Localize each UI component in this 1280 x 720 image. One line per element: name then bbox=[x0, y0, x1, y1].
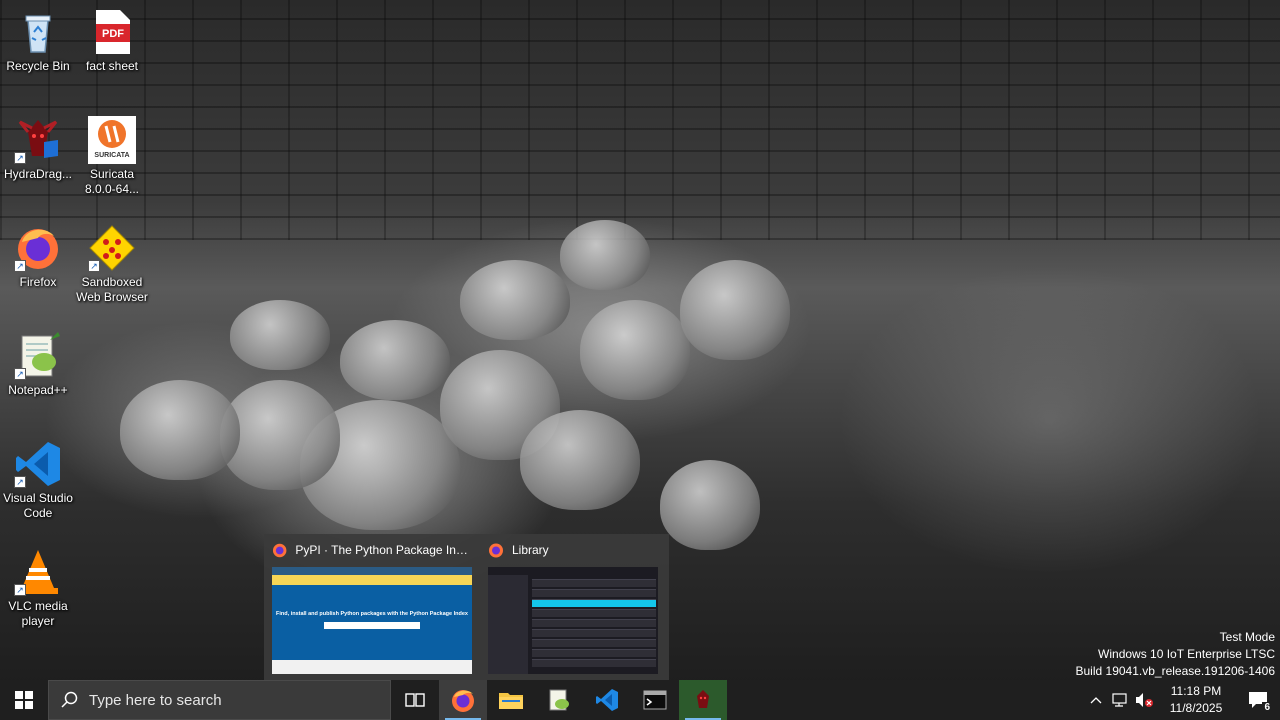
shortcut-arrow-icon: ↗ bbox=[14, 260, 26, 272]
watermark-line: Windows 10 IoT Enterprise LTSC bbox=[1098, 647, 1275, 661]
volume-button[interactable] bbox=[1132, 680, 1156, 720]
wallpaper-brick-wall bbox=[0, 0, 1280, 240]
taskbar-vscode[interactable] bbox=[583, 680, 631, 720]
desktop-icon-label: Notepad++ bbox=[8, 383, 68, 397]
shortcut-arrow-icon: ↗ bbox=[88, 260, 100, 272]
shortcut-arrow-icon: ↗ bbox=[14, 368, 26, 380]
desktop-icon-label: Suricata 8.0.0-64... bbox=[84, 167, 140, 196]
firefox-icon: ↗ bbox=[14, 224, 62, 272]
terminal-icon bbox=[643, 690, 667, 710]
desktop-icon-label: Visual Studio Code bbox=[3, 491, 73, 520]
shortcut-arrow-icon: ↗ bbox=[14, 152, 26, 164]
desktop-icon-label: Firefox bbox=[19, 275, 57, 289]
start-button[interactable] bbox=[0, 680, 48, 720]
vscode-icon bbox=[596, 689, 618, 711]
suricata-icon: SURICATA bbox=[88, 116, 136, 164]
taskbar-hydradragon[interactable] bbox=[679, 680, 727, 720]
vscode-icon: ↗ bbox=[14, 440, 62, 488]
pdf-badge: PDF bbox=[102, 28, 124, 40]
taskbar-search-box[interactable]: Type here to search bbox=[48, 680, 391, 720]
desktop-icon-vlc[interactable]: ↗ VLC media player bbox=[0, 548, 76, 629]
pypi-hero-text: Find, install and publish Python package… bbox=[276, 611, 468, 617]
show-hidden-icons-button[interactable] bbox=[1084, 680, 1108, 720]
clock-button[interactable]: 11:18 PM 11/8/2025 bbox=[1156, 683, 1236, 717]
desktop-icon-label: fact sheet bbox=[85, 59, 139, 73]
desktop-icon-recycle-bin[interactable]: Recycle Bin bbox=[0, 8, 76, 74]
hydradragon-icon: ↗ bbox=[14, 116, 62, 164]
windows-logo-icon bbox=[15, 691, 33, 709]
folder-icon bbox=[499, 693, 523, 709]
desktop-icon-label: VLC media player bbox=[8, 599, 68, 628]
vlc-icon: ↗ bbox=[14, 548, 62, 596]
pdf-icon: PDF bbox=[88, 8, 136, 56]
task-view-button[interactable] bbox=[391, 680, 439, 720]
watermark-line: Build 19041.vb_release.191206-1406 bbox=[1075, 664, 1276, 678]
shortcut-arrow-icon: ↗ bbox=[14, 476, 26, 488]
taskbar-terminal[interactable] bbox=[631, 680, 679, 720]
suricata-badge: SURICATA bbox=[94, 152, 130, 159]
desktop-icon-label: Sandboxed Web Browser bbox=[76, 275, 148, 304]
watermark-line: Test Mode bbox=[1219, 630, 1275, 644]
firefox-icon bbox=[452, 690, 474, 712]
desktop-icon-hydradragon[interactable]: ↗ HydraDrag... bbox=[0, 116, 76, 182]
task-view-icon bbox=[405, 693, 425, 707]
taskbar-firefox[interactable] bbox=[439, 680, 487, 720]
desktop-icon-sandboxed-browser[interactable]: ↗ Sandboxed Web Browser bbox=[74, 224, 150, 305]
notepadpp-icon bbox=[549, 689, 569, 711]
taskbar-notepadpp[interactable] bbox=[535, 680, 583, 720]
desktop-icon-fact-sheet[interactable]: PDF fact sheet bbox=[74, 8, 150, 74]
notification-count: 6 bbox=[1262, 702, 1272, 713]
network-icon bbox=[1112, 693, 1127, 707]
chevron-up-icon bbox=[1090, 697, 1102, 704]
taskbar: Type here to search 11:18 PM 11/8/2025 6 bbox=[0, 680, 1280, 720]
desktop-icon-firefox[interactable]: ↗ Firefox bbox=[0, 224, 76, 290]
thumbnail-title: Library bbox=[512, 543, 549, 557]
thumbnail-image: Find, install and publish Python package… bbox=[272, 567, 472, 674]
thumbnail-library[interactable]: Library bbox=[480, 534, 669, 680]
shortcut-arrow-icon: ↗ bbox=[14, 584, 26, 596]
taskbar-thumbnail-preview: PyPI · The Python Package Inde... Find, … bbox=[264, 534, 669, 680]
thumbnail-title: PyPI · The Python Package Inde... bbox=[295, 543, 472, 557]
system-tray: 11:18 PM 11/8/2025 6 bbox=[1084, 680, 1280, 720]
thumbnail-image bbox=[488, 567, 658, 674]
firefox-icon bbox=[489, 543, 503, 558]
hydradragon-icon bbox=[697, 690, 709, 708]
action-center-button[interactable]: 6 bbox=[1236, 680, 1280, 720]
desktop-icon-suricata[interactable]: SURICATA Suricata 8.0.0-64... bbox=[74, 116, 150, 197]
thumbnail-pypi[interactable]: PyPI · The Python Package Inde... Find, … bbox=[264, 534, 480, 680]
clock-date: 11/8/2025 bbox=[1169, 701, 1223, 715]
desktop-icon-vscode[interactable]: ↗ Visual Studio Code bbox=[0, 440, 76, 521]
desktop-icon-label: HydraDrag... bbox=[3, 167, 73, 181]
search-icon bbox=[61, 691, 78, 708]
windows-watermark: Test Mode Windows 10 IoT Enterprise LTSC… bbox=[1076, 629, 1276, 680]
recycle-bin-icon bbox=[14, 8, 62, 56]
clock-time: 11:18 PM bbox=[1170, 684, 1222, 698]
notepadpp-icon: ↗ bbox=[14, 332, 62, 380]
desktop-icon-label: Recycle Bin bbox=[6, 59, 70, 73]
taskbar-file-explorer[interactable] bbox=[487, 680, 535, 720]
desktop-icon-notepadpp[interactable]: ↗ Notepad++ bbox=[0, 332, 76, 398]
sandboxie-icon: ↗ bbox=[88, 224, 136, 272]
network-button[interactable] bbox=[1108, 680, 1132, 720]
firefox-icon bbox=[272, 543, 287, 558]
search-placeholder: Type here to search bbox=[89, 691, 222, 709]
volume-muted-icon bbox=[1136, 693, 1153, 707]
